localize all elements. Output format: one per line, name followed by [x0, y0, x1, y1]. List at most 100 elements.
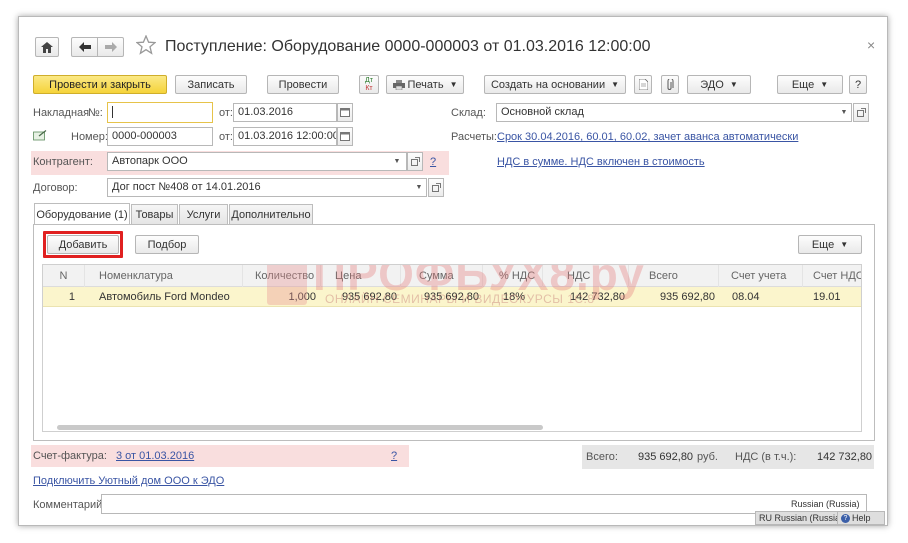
counterparty-input[interactable]: Автопарк ООО [107, 152, 407, 171]
chevron-down-icon: ▼ [449, 80, 458, 89]
printer-icon [392, 79, 405, 90]
create-based-label: Создать на основании [490, 78, 606, 91]
horizontal-scrollbar[interactable] [57, 425, 543, 430]
warehouse-label: Склад: [451, 107, 486, 119]
cell-account: 08.04 [732, 291, 760, 303]
comment-input[interactable] [101, 494, 867, 514]
tab-goods[interactable]: Товары [131, 204, 178, 225]
language-indicator[interactable]: RU Russian (Russia) [755, 511, 848, 525]
document-icon [638, 79, 648, 90]
help-button[interactable]: ? [849, 75, 867, 94]
pick-button[interactable]: Подбор [135, 235, 199, 254]
more-button[interactable]: Еще ▼ [777, 75, 843, 94]
invoice-label: Накладная [33, 107, 90, 119]
counterparty-label: Контрагент: [33, 156, 93, 168]
number-input[interactable]: 0000-000003 [107, 127, 213, 146]
counterparty-open-button[interactable] [407, 152, 423, 171]
sf-label: Счет-фактура: [33, 450, 107, 462]
home-icon [41, 41, 53, 53]
col-header-n[interactable]: N [43, 265, 85, 287]
chevron-down-icon: ▼ [840, 109, 848, 116]
watermark-subtitle: ОНЛАЙН СЕМИНАРЫ И ВИДЕОКУРСЫ 1С:8 [325, 292, 595, 306]
print-button[interactable]: Печать ▼ [386, 75, 464, 94]
calendar-icon [340, 132, 350, 141]
equipment-table: N Номенклатура Количество Цена Сумма % Н… [42, 264, 862, 432]
attach-button[interactable] [661, 75, 679, 94]
vat-total-label: НДС (в т.ч.): [735, 451, 797, 463]
edit-number-icon[interactable] [33, 130, 47, 144]
invoice-date-input[interactable]: 01.03.2016 [233, 103, 337, 122]
window-title: Поступление: Оборудование 0000-000003 от… [165, 38, 651, 55]
table-more-button[interactable]: Еще ▼ [798, 235, 862, 254]
dt-kt-button[interactable]: Дт Кт [359, 75, 379, 94]
chevron-down-icon: ▼ [729, 80, 738, 89]
sf-help-link[interactable]: ? [391, 450, 397, 462]
settlements-label: Расчеты: [451, 131, 497, 143]
paperclip-icon [667, 78, 674, 90]
calendar-button[interactable] [337, 127, 353, 146]
invoice-from-label: от: [219, 107, 233, 119]
cell-nomenclature: Автомобиль Ford Mondeo [99, 291, 230, 303]
sf-link[interactable]: 3 от 01.03.2016 [116, 450, 194, 462]
contract-dropdown-button[interactable]: ▼ [411, 178, 427, 197]
help-label: Help [852, 513, 871, 523]
help-circle-icon: ? [841, 513, 850, 523]
watermark-logo [267, 265, 307, 305]
tab-panel: Добавить Подбор Еще ▼ N Номенклатура Кол… [33, 224, 875, 441]
open-link-icon [410, 157, 420, 166]
calendar-icon [340, 108, 350, 117]
back-button[interactable] [71, 37, 98, 57]
table-more-label: Еще [811, 238, 835, 251]
post-button[interactable]: Провести [267, 75, 339, 94]
vat-mode-link[interactable]: НДС в сумме. НДС включен в стоимость [497, 156, 705, 168]
warehouse-open-button[interactable] [853, 103, 869, 122]
settlements-link[interactable]: Срок 30.04.2016, 60.01, 60.02, зачет ава… [497, 131, 798, 143]
chevron-down-icon: ▼ [611, 80, 620, 89]
col-header-nomenclature[interactable]: Номенклатура [85, 265, 243, 287]
contract-open-button[interactable] [428, 178, 444, 197]
open-link-icon [856, 108, 866, 117]
document-button[interactable] [634, 75, 652, 94]
warehouse-input[interactable]: Основной склад [496, 103, 852, 122]
chevron-down-icon: ▼ [415, 184, 423, 191]
currency-label: руб. [697, 451, 718, 463]
open-link-icon [431, 183, 441, 192]
vat-total-value: 142 732,80 [817, 451, 873, 463]
warehouse-dropdown-button[interactable]: ▼ [836, 103, 852, 122]
tab-services[interactable]: Услуги [179, 204, 228, 225]
counterparty-dropdown-button[interactable]: ▼ [389, 152, 405, 171]
number-datetime-input[interactable]: 01.03.2016 12:00:00 [233, 127, 337, 146]
invoice-no-label: №: [88, 107, 103, 119]
more-label: Еще [791, 78, 815, 91]
number-from-label: от: [219, 131, 233, 143]
post-and-close-button[interactable]: Провести и закрыть [33, 75, 167, 94]
col-header-vat-account[interactable]: Счет НДС [803, 265, 861, 287]
comment-label: Комментарий: [33, 499, 106, 511]
chevron-down-icon: ▼ [840, 240, 849, 249]
close-icon[interactable]: × [867, 37, 875, 53]
contract-label: Договор: [33, 182, 78, 194]
tab-equipment[interactable]: Оборудование (1) [34, 203, 130, 225]
add-button[interactable]: Добавить [47, 235, 119, 254]
cell-n: 1 [68, 291, 75, 303]
tab-additional[interactable]: Дополнительно [229, 204, 313, 225]
create-based-button[interactable]: Создать на основании ▼ [484, 75, 626, 94]
invoice-number-input[interactable] [107, 102, 213, 123]
edo-connect-link[interactable]: Подключить Уютный дом ООО к ЭДО [33, 475, 224, 487]
calendar-button[interactable] [337, 103, 353, 122]
dt-kt-icon-top: Дт [365, 76, 373, 84]
home-button[interactable] [35, 37, 59, 57]
dt-kt-icon-bottom: Кт [365, 84, 373, 92]
help-indicator[interactable]: ? Help [837, 511, 885, 525]
number-label: Номер: [71, 131, 108, 143]
counterparty-help-link[interactable]: ? [430, 156, 436, 168]
forward-button[interactable] [97, 37, 124, 57]
text-cursor [112, 106, 113, 118]
print-label: Печать [407, 78, 444, 91]
favorite-star-icon[interactable] [135, 34, 157, 58]
cell-vat-account: 19.01 [813, 291, 841, 303]
col-header-account[interactable]: Счет учета [719, 265, 803, 287]
edo-button[interactable]: ЭДО ▼ [687, 75, 751, 94]
save-button[interactable]: Записать [175, 75, 247, 94]
contract-input[interactable]: Дог пост №408 от 14.01.2016 [107, 178, 427, 197]
